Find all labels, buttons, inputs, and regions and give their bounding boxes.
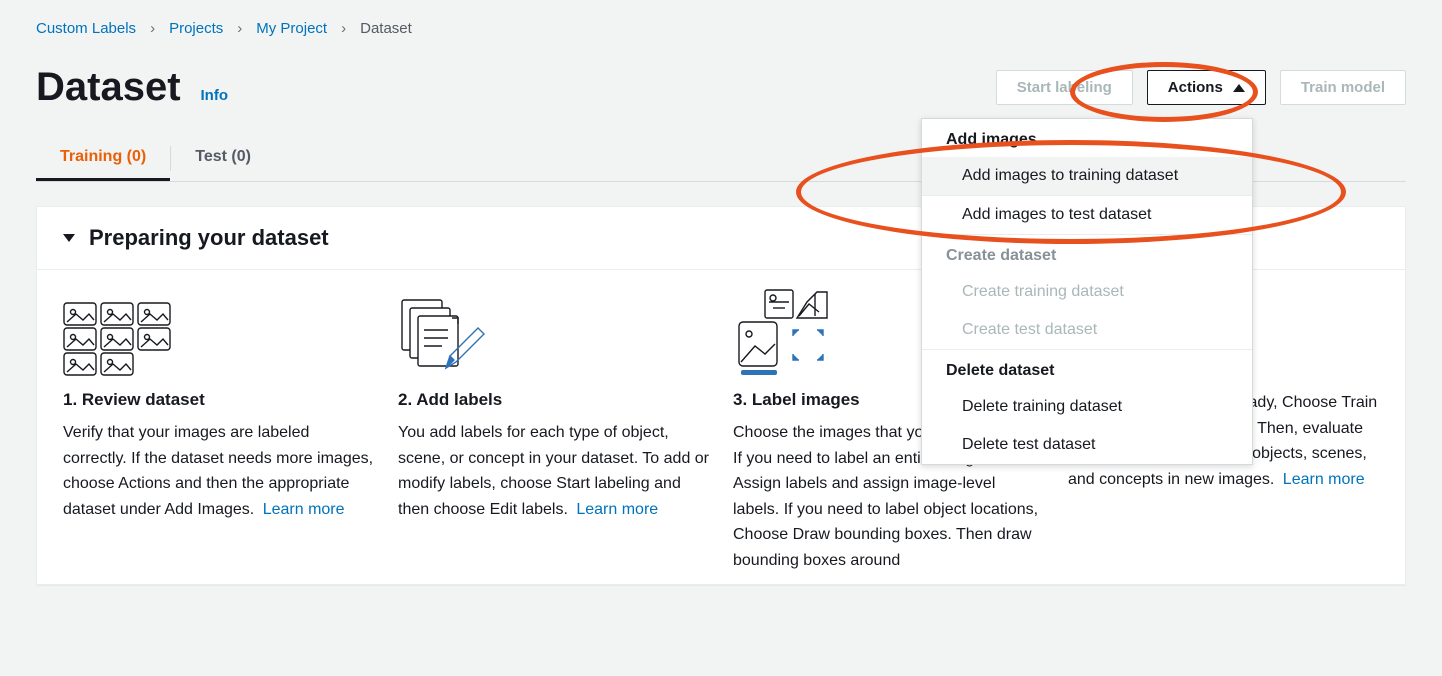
caret-up-icon (1233, 84, 1245, 92)
step-desc: You add labels for each type of object, … (398, 420, 709, 522)
tab-test[interactable]: Test (0) (171, 136, 275, 181)
chevron-right-icon: › (237, 20, 242, 37)
dropdown-item-create-test: Create test dataset (922, 311, 1252, 349)
actions-button-label: Actions (1168, 79, 1223, 96)
start-labeling-button: Start labeling (996, 70, 1133, 105)
breadcrumb-my-project[interactable]: My Project (256, 20, 327, 37)
page-title: Dataset (36, 65, 181, 110)
info-link[interactable]: Info (201, 87, 229, 104)
dropdown-section-create-dataset: Create dataset (922, 235, 1252, 273)
dropdown-item-add-test[interactable]: Add images to test dataset (922, 196, 1252, 234)
learn-more-link[interactable]: Learn more (576, 501, 658, 518)
learn-more-link[interactable]: Learn more (263, 501, 345, 518)
dropdown-section-add-images: Add images (922, 119, 1252, 157)
images-grid-icon (63, 296, 374, 376)
dropdown-item-create-training: Create training dataset (922, 273, 1252, 311)
learn-more-link[interactable]: Learn more (1283, 471, 1365, 488)
panel-title: Preparing your dataset (89, 225, 329, 251)
header-actions: Start labeling Actions Train model Add i… (996, 70, 1406, 105)
tab-training[interactable]: Training (0) (36, 136, 170, 181)
chevron-right-icon: › (150, 20, 155, 37)
breadcrumb-custom-labels[interactable]: Custom Labels (36, 20, 136, 37)
dropdown-item-delete-training[interactable]: Delete training dataset (922, 388, 1252, 426)
actions-dropdown: Add images Add images to training datase… (921, 118, 1253, 465)
dropdown-section-delete-dataset: Delete dataset (922, 350, 1252, 388)
step-title: 1. Review dataset (63, 390, 374, 410)
actions-button[interactable]: Actions (1147, 70, 1266, 105)
dropdown-item-delete-test[interactable]: Delete test dataset (922, 426, 1252, 464)
step-desc: Verify that your images are labeled corr… (63, 420, 374, 522)
breadcrumb-projects[interactable]: Projects (169, 20, 223, 37)
documents-pencil-icon (398, 296, 709, 376)
step-review-dataset: 1. Review dataset Verify that your image… (63, 296, 374, 574)
collapse-toggle-icon[interactable] (63, 234, 75, 242)
train-model-button: Train model (1280, 70, 1406, 105)
breadcrumb-current: Dataset (360, 20, 412, 37)
dropdown-item-add-training[interactable]: Add images to training dataset (922, 157, 1252, 195)
chevron-right-icon: › (341, 20, 346, 37)
step-title: 2. Add labels (398, 390, 709, 410)
breadcrumb: Custom Labels › Projects › My Project › … (0, 0, 1442, 37)
step-add-labels: 2. Add labels You add labels for each ty… (398, 296, 709, 574)
